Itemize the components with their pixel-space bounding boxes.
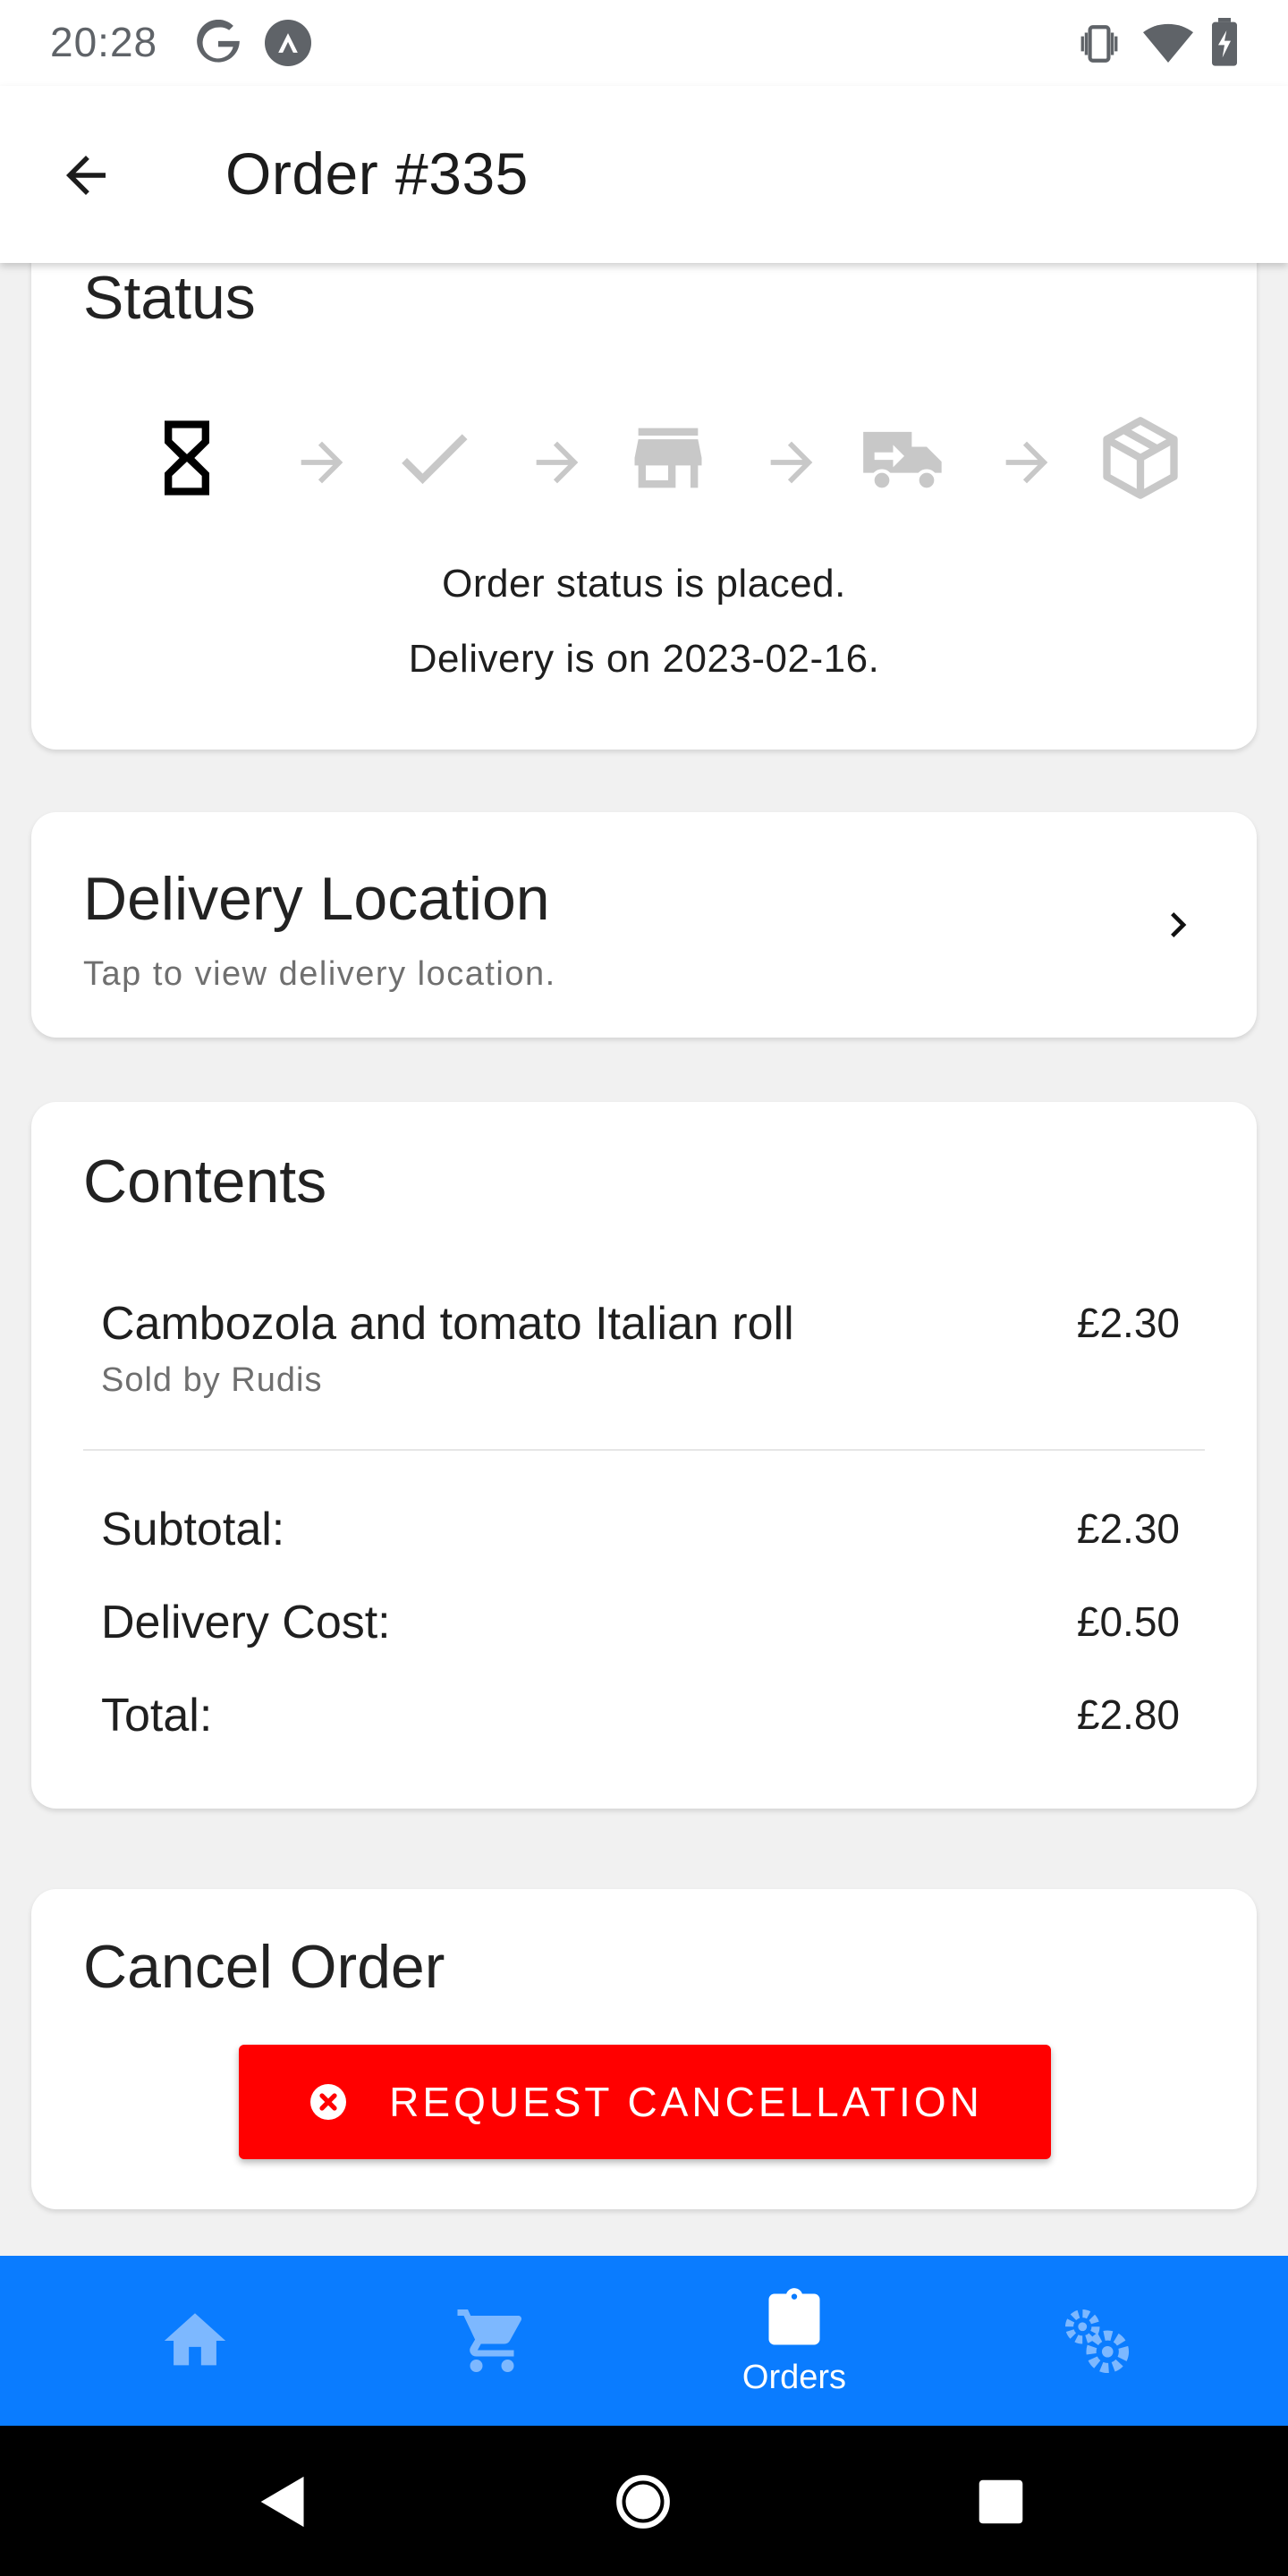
delivery-cost-value: £0.50 <box>1076 1598 1180 1645</box>
system-nav-bar <box>0 2426 1288 2576</box>
cancel-order-title: Cancel Order <box>83 1933 445 2001</box>
clipboard-icon <box>760 2285 828 2353</box>
triangle-back-icon <box>258 2474 309 2529</box>
package-icon <box>1096 413 1185 503</box>
square-recents-icon <box>977 2478 1025 2526</box>
settings-icon <box>1059 2303 1134 2378</box>
google-g-icon <box>195 20 242 66</box>
chevron-right-icon <box>1153 900 1203 950</box>
delivery-location-title: Delivery Location <box>83 865 550 933</box>
status-card: Status Order status is placed. Delivery … <box>31 215 1257 750</box>
status-bar: 20:28 <box>0 0 1288 86</box>
vibrate-icon <box>1077 21 1122 66</box>
delivery-location-subtitle: Tap to view delivery location. <box>83 955 556 993</box>
arrow-left-icon <box>56 146 115 205</box>
arrow-right-icon <box>996 431 1058 494</box>
total-value: £2.80 <box>1076 1691 1180 1738</box>
item-price: £2.30 <box>1076 1300 1180 1346</box>
request-cancellation-button[interactable]: REQUEST CANCELLATION <box>239 2045 1051 2159</box>
app-bar: Order #335 <box>0 86 1288 263</box>
contents-card: Contents Cambozola and tomato Italian ro… <box>31 1102 1257 1809</box>
system-home-button[interactable] <box>612 2470 674 2533</box>
subtotal-value: £2.30 <box>1076 1505 1180 1552</box>
check-icon <box>389 413 479 503</box>
status-time: 20:28 <box>50 19 158 65</box>
wifi-icon <box>1143 21 1193 66</box>
system-recents-button[interactable] <box>970 2470 1032 2533</box>
cancel-circle-icon <box>307 2080 350 2123</box>
cancel-order-card: Cancel Order REQUEST CANCELLATION <box>31 1889 1257 2209</box>
item-name: Cambozola and tomato Italian roll <box>101 1298 794 1350</box>
nav-item-cart[interactable] <box>394 2256 590 2426</box>
arrow-right-icon <box>760 431 823 494</box>
status-stepper <box>31 413 1257 512</box>
system-back-button[interactable] <box>252 2470 315 2533</box>
arrow-right-icon <box>526 431 589 494</box>
battery-charging-icon <box>1209 18 1240 68</box>
arrow-right-icon <box>291 431 353 494</box>
nav-item-settings[interactable] <box>998 2256 1195 2426</box>
store-icon <box>623 413 713 503</box>
contents-title: Contents <box>83 1148 327 1216</box>
request-cancellation-label: REQUEST CANCELLATION <box>389 2079 983 2125</box>
status-title: Status <box>83 264 256 332</box>
back-button[interactable] <box>36 132 136 218</box>
nav-item-orders[interactable]: Orders <box>696 2256 893 2426</box>
home-icon <box>158 2304 232 2377</box>
truck-icon <box>858 413 951 503</box>
divider <box>83 1449 1205 1451</box>
delivery-date-text: Delivery is on 2023-02-16. <box>408 637 880 681</box>
nav-item-home[interactable] <box>97 2256 293 2426</box>
order-status-text: Order status is placed. <box>442 562 846 606</box>
page-title: Order #335 <box>225 140 529 207</box>
delivery-cost-label: Delivery Cost: <box>101 1597 391 1648</box>
delivery-location-card[interactable]: Delivery Location Tap to view delivery l… <box>31 812 1257 1038</box>
hourglass-icon <box>142 413 232 503</box>
nav-label-orders: Orders <box>741 2358 847 2396</box>
subtotal-label: Subtotal: <box>101 1504 285 1555</box>
android-a-icon <box>265 20 311 66</box>
bottom-nav: Orders <box>0 2256 1288 2426</box>
cart-icon <box>454 2303 530 2378</box>
circle-home-icon <box>614 2473 672 2530</box>
total-label: Total: <box>101 1690 213 1741</box>
item-seller: Sold by Rudis <box>101 1361 323 1399</box>
